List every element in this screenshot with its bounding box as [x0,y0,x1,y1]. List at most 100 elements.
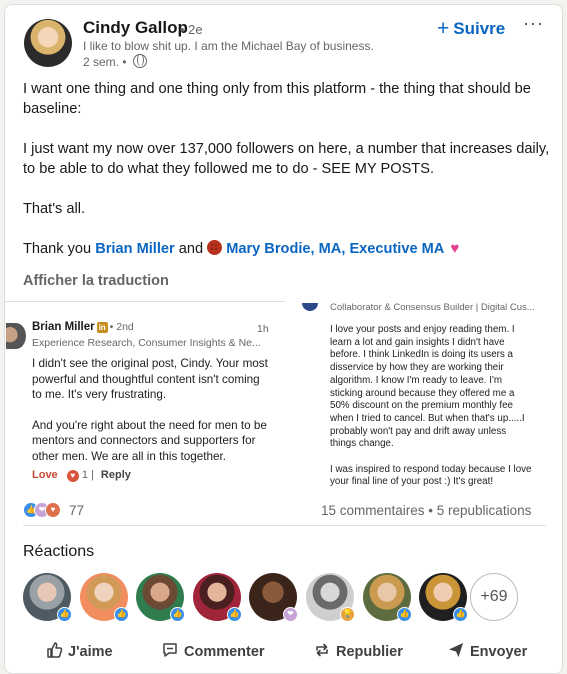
divider [23,525,546,526]
reactor-avatar[interactable]: 👍 [363,573,412,622]
reactor-avatar[interactable]: 👍 [419,573,468,622]
love-reaction-icon: ♥ [45,502,61,518]
comment-line: mentors and connectors and supporters fo… [32,434,256,447]
thumbs-up-icon [47,642,63,658]
reactor-avatar[interactable]: ❤ [249,573,298,622]
comment-line: other men. We are all in this together. [32,449,227,463]
mention-link[interactable]: Brian Miller [95,241,174,257]
author-headline: I like to blow shit up. I am the Michael… [83,39,374,53]
post-paragraph: I want one thing and one thing only from… [23,81,531,117]
and-word: and [178,241,204,257]
comment-icon [163,643,177,657]
comment-line: I didn't see the original post, Cindy. Y… [32,357,268,370]
commenter-headline: Experience Research, Consumer Insights &… [32,337,261,349]
plus-icon: + [437,17,450,40]
reactor-avatar[interactable]: 👍 [193,573,242,622]
heart-icon: ♥ [66,470,79,482]
comment-paragraph: And you're right about the need for men … [32,418,285,465]
like-button[interactable]: J'aime [45,641,113,660]
reply-line: disservice by how they are working their [330,362,504,374]
comment-time: 1h [257,323,269,335]
post-paragraph: That's all. [23,201,85,217]
reply-paragraph: I love your posts and enjoy reading them… [330,324,556,451]
like-label: J'aime [68,644,113,660]
comment-reply-label: Reply [100,469,131,481]
more-reactors-button[interactable]: +69 [470,573,518,621]
more-options-icon[interactable]: ··· [523,13,544,34]
commenter-degree: • 2nd [109,321,134,333]
reply-line: I was inspired to respond today because … [330,463,532,475]
reply-line: sticking around because they offered me … [330,387,515,399]
comment-line: And you're right about the need for men … [32,418,267,432]
embedded-reply-image[interactable]: Collaborator & Consensus Builder | Digit… [293,301,558,489]
reply-line: algorithm. I know I'm ready to leave. I'… [330,374,502,386]
repost-icon [316,643,328,657]
show-translation-link[interactable]: Afficher la traduction [23,273,169,289]
comment-button[interactable]: Commenter [161,641,265,660]
reactor-avatar[interactable]: 👍 [136,573,185,622]
separator: | [91,469,94,481]
pink-heart-icon: ♥ [450,240,460,257]
commenter-avatar [6,323,26,349]
comment-line: to me. It's very frustrating. [32,388,167,401]
comment-line: powerful and thoughtful content isn't co… [32,372,260,386]
author-name[interactable]: Cindy Gallop [83,18,188,38]
like-badge-icon: 👍 [170,607,185,622]
post-paragraph: I just want my now over 137,000 follower… [23,141,550,177]
like-badge-icon: 👍 [114,607,129,622]
reply-line: probably won't pay and drift away unless [330,425,507,437]
comment-reaction-count: 1 [81,469,88,481]
commenter-name-line: Brian Miller in • 2nd [32,321,134,333]
comment-paragraph: I didn't see the original post, Cindy. Y… [32,356,285,403]
thanks-line: Thank you Brian Miller and Mary Brodie, … [23,239,551,259]
connection-degree: • 2e [180,22,203,37]
linkedin-icon: in [96,322,108,333]
globe-icon [133,54,147,68]
thanks-prefix: Thank you [23,241,92,257]
reaction-count[interactable]: 77 [69,503,84,518]
author-avatar[interactable] [24,19,72,67]
reactor-avatar[interactable]: 💡 [306,573,355,622]
reply-line: learn a lot and gain insights I didn't h… [330,336,505,348]
comments-reposts-count[interactable]: 15 commentaires • 5 republications [321,503,531,518]
reply-line: 50% discount on the premium monthly fee [330,400,513,412]
embedded-comment-image[interactable]: Brian Miller in • 2nd 1h Experience Resear… [5,301,285,489]
insightful-badge-icon: 💡 [340,607,355,622]
support-badge-icon: ❤ [283,607,298,622]
comment-actions: Love ♥ 1 | Reply [32,469,131,482]
reactor-avatar[interactable]: 👍 [23,573,72,622]
reply-line: before. I think LinkedIn is doing its us… [330,349,513,361]
replier-avatar [302,303,318,311]
reaction-icons[interactable]: 👍 ❤ ♥ [23,502,69,520]
comment-text: I didn't see the original post, Cindy. Y… [32,356,285,479]
send-label: Envoyer [470,644,528,660]
reply-paragraph: I was inspired to respond today because … [330,464,556,489]
reply-text: I love your posts and enjoy reading them… [330,324,556,489]
reactor-avatar[interactable]: 👍 [80,573,129,622]
like-badge-icon: 👍 [453,607,468,622]
feed-post-card: Cindy Gallop • 2e I like to blow shit up… [4,4,563,674]
reactions-heading: Réactions [23,543,95,560]
send-icon [449,643,463,657]
like-badge-icon: 👍 [397,607,412,622]
ladybug-icon [207,240,223,255]
replier-headline: Collaborator & Consensus Builder | Digit… [330,302,535,313]
post-body: I want one thing and one thing only from… [23,79,551,279]
reply-line: things change. [330,438,394,450]
mention-link[interactable]: Mary Brodie, MA, Executive MA [226,241,444,257]
reply-line: your final line of your post :) It's gre… [330,476,494,488]
like-badge-icon: 👍 [227,607,242,622]
reply-line: I love your posts and enjoy reading them… [330,324,515,335]
post-time: 2 sem. • [83,55,127,69]
follow-button[interactable]: + Suivre [437,16,505,40]
repost-button[interactable]: Republier [313,641,403,660]
reply-line: when I tried to cancel. But when that's … [330,412,525,424]
send-button[interactable]: Envoyer [447,641,527,660]
post-action-bar: J'aime Commenter Republier Envoyer [5,637,562,667]
commenter-name: Brian Miller [32,321,95,333]
repost-label: Republier [336,644,403,660]
like-badge-icon: 👍 [57,607,72,622]
follow-label: Suivre [453,19,506,38]
comment-label: Commenter [184,644,265,660]
comment-love-label: Love [32,469,58,481]
